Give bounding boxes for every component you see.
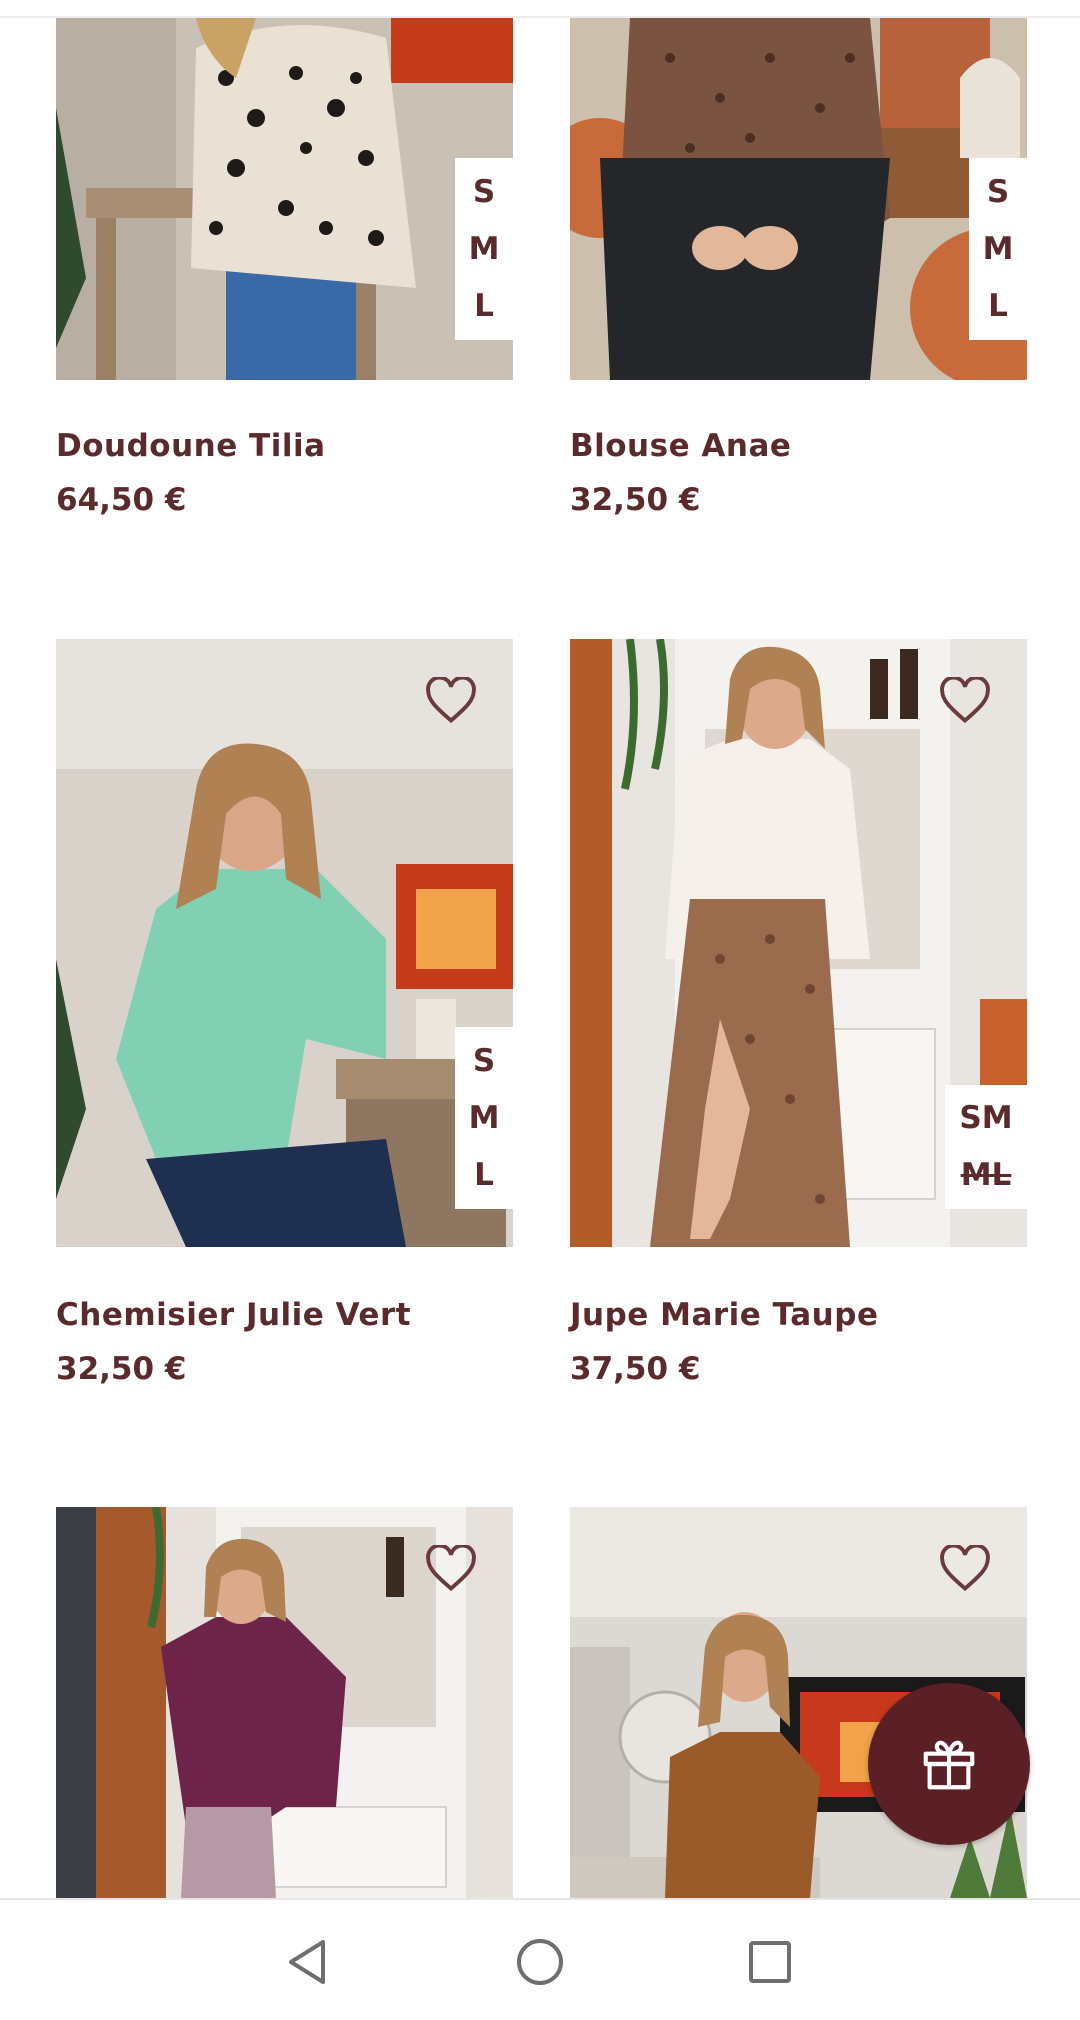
product-price: 32,50 € [56, 1351, 187, 1387]
product-photo[interactable]: S M L [56, 639, 513, 1247]
heart-outline-icon[interactable] [939, 1545, 991, 1593]
product-photo[interactable] [56, 1507, 513, 1898]
heart-outline-icon[interactable] [425, 1545, 477, 1593]
product-price: 32,50 € [570, 482, 701, 518]
product-price: 37,50 € [570, 1351, 701, 1387]
size-list: S M L [455, 1027, 513, 1209]
circle-home-icon[interactable] [510, 1932, 570, 1992]
size-list: SM ML [945, 1085, 1027, 1209]
heart-outline-icon[interactable] [939, 677, 991, 725]
size-option[interactable]: SM [959, 1090, 1012, 1147]
size-option[interactable]: M [469, 1090, 500, 1147]
product-card[interactable]: S M L Doudoune Tilia 64,50 € [56, 0, 513, 540]
size-option[interactable]: L [474, 1147, 494, 1204]
size-option[interactable]: S [987, 164, 1009, 221]
gift-button[interactable] [868, 1683, 1030, 1845]
size-option[interactable]: M [469, 221, 500, 278]
size-option[interactable]: S [473, 1033, 495, 1090]
product-card[interactable]: S M L Blouse Anae 32,50 € [570, 0, 1027, 540]
triangle-back-icon[interactable] [279, 1932, 339, 1992]
square-recents-icon[interactable] [740, 1932, 800, 1992]
product-photo[interactable]: SM ML [570, 639, 1027, 1247]
product-name[interactable]: Chemisier Julie Vert [56, 1297, 411, 1333]
size-option[interactable]: L [474, 278, 494, 335]
gift-icon [923, 1740, 975, 1790]
product-name[interactable]: Doudoune Tilia [56, 428, 326, 464]
product-card[interactable]: S M L Chemisier Julie Vert 32,50 € [56, 639, 513, 1399]
size-option-unavailable: ML [960, 1157, 1012, 1193]
product-name[interactable]: Blouse Anae [570, 428, 791, 464]
product-name[interactable]: Jupe Marie Taupe [570, 1297, 878, 1333]
product-photo[interactable]: S M L [570, 18, 1027, 380]
product-price: 64,50 € [56, 482, 187, 518]
product-card[interactable]: SM ML Jupe Marie Taupe 37,50 € [570, 639, 1027, 1399]
size-list: S M L [969, 158, 1027, 340]
system-navigation-bar [0, 1898, 1080, 2020]
size-list: S M L [455, 158, 513, 340]
heart-outline-icon[interactable] [425, 677, 477, 725]
product-photo[interactable]: S M L [56, 18, 513, 380]
size-option[interactable]: S [473, 164, 495, 221]
product-card[interactable] [56, 1507, 513, 1898]
size-option[interactable]: M [983, 221, 1014, 278]
size-option[interactable]: L [988, 278, 1008, 335]
